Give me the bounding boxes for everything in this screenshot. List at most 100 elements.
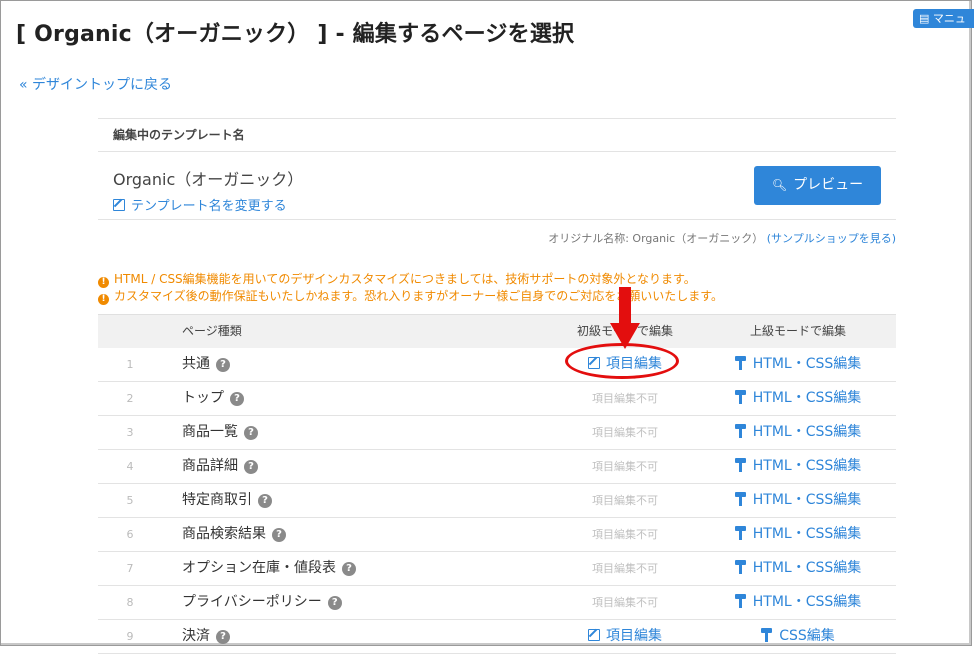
edit-icon (113, 199, 125, 211)
advanced-edit-link[interactable]: HTML・CSS編集 (728, 348, 868, 381)
basic-mode-cell: 項目編集不可 (570, 552, 680, 585)
page-type-name: オプション在庫・値段表? (182, 552, 356, 585)
advanced-edit-link[interactable]: HTML・CSS編集 (728, 382, 868, 415)
row-number: 3 (126, 426, 134, 439)
page-type-label: 商品一覧 (182, 424, 238, 440)
page-type-name: 決済? (182, 620, 230, 653)
page-type-name: 共通? (182, 348, 230, 381)
advanced-edit-link[interactable]: HTML・CSS編集 (728, 450, 868, 483)
advanced-edit-link[interactable]: HTML・CSS編集 (728, 518, 868, 551)
header-basic-mode: 初級モードで編集 (576, 324, 673, 338)
advanced-edit-label: HTML・CSS編集 (752, 424, 862, 440)
advanced-edit-label: HTML・CSS編集 (752, 560, 862, 576)
template-info-panel: 編集中のテンプレート名 Organic（オーガニック） テンプレート名を変更する… (98, 118, 896, 245)
paint-roller-icon (734, 526, 747, 540)
table-row: 4 商品詳細? 項目編集不可 HTML・CSS編集 (98, 450, 896, 484)
question-circle-icon[interactable]: ? (342, 562, 356, 576)
page-type-name: 特定商取引? (182, 484, 272, 517)
question-circle-icon[interactable]: ? (216, 358, 230, 372)
basic-mode-cell: 項目編集不可 (570, 382, 680, 415)
paint-roller-icon (734, 560, 747, 574)
question-circle-icon[interactable]: ? (230, 392, 244, 406)
original-name-line: オリジナル名称: Organic（オーガニック） (サンプルショップを見る) (548, 230, 896, 246)
item-edit-unavailable: 項目編集不可 (592, 392, 658, 405)
page-type-table: ページ種類 初級モードで編集 上級モードで編集 1 共通? 項目編集 HTML・CSS… (98, 314, 896, 654)
row-number: 7 (126, 562, 134, 575)
warning-line: ! カスタマイズ後の動作保証もいたしかねます。恐れ入りますがオーナー様ご自身でのご… (98, 288, 723, 305)
row-number: 6 (126, 528, 134, 541)
preview-button[interactable]: 🔍︎ プレビュー (754, 166, 881, 205)
row-number: 4 (126, 460, 134, 473)
advanced-edit-label: HTML・CSS編集 (752, 390, 862, 406)
advanced-edit-label: CSS編集 (779, 628, 835, 644)
advanced-edit-link[interactable]: HTML・CSS編集 (728, 586, 868, 619)
question-circle-icon[interactable]: ? (216, 630, 230, 644)
basic-mode-cell: 項目編集不可 (570, 484, 680, 517)
basic-mode-cell: 項目編集不可 (570, 416, 680, 449)
row-number: 9 (126, 630, 134, 643)
advanced-edit-label: HTML・CSS編集 (752, 594, 862, 610)
paint-roller-icon (761, 628, 773, 642)
row-number: 8 (126, 596, 134, 609)
page-type-name: 商品検索結果? (182, 518, 286, 551)
page-type-name: 商品一覧? (182, 416, 258, 449)
item-edit-link[interactable]: 項目編集 (588, 356, 662, 372)
header-advanced-mode: 上級モードで編集 (749, 324, 846, 338)
table-header: ページ種類 初級モードで編集 上級モードで編集 (98, 314, 896, 348)
item-edit-unavailable: 項目編集不可 (592, 426, 658, 439)
paint-roller-icon (734, 458, 747, 472)
edit-icon (588, 629, 600, 641)
rename-template-link[interactable]: テンプレート名を変更する (113, 195, 287, 214)
warning-notices: ! HTML / CSS編集機能を用いてのデザインカスタマイズにつきましては、技術… (98, 271, 723, 305)
question-circle-icon[interactable]: ? (272, 528, 286, 542)
advanced-edit-label: HTML・CSS編集 (752, 492, 862, 508)
question-circle-icon[interactable]: ? (258, 494, 272, 508)
advanced-edit-link[interactable]: HTML・CSS編集 (728, 416, 868, 449)
warning-text: HTML / CSS編集機能を用いてのデザインカスタマイズにつきましては、技術サ… (114, 272, 696, 286)
page-type-label: 決済 (182, 628, 210, 644)
page-title: [ Organic（オーガニック） ] - 編集するページを選択 (16, 22, 575, 47)
page-type-label: 商品詳細 (182, 458, 238, 474)
manual-button-label: マニュ (932, 12, 966, 25)
preview-button-label: プレビュー (793, 177, 864, 193)
advanced-edit-link[interactable]: CSS編集 (728, 620, 868, 653)
edit-icon (588, 357, 600, 369)
table-row: 8 プライバシーポリシー? 項目編集不可 HTML・CSS編集 (98, 586, 896, 620)
question-circle-icon[interactable]: ? (244, 426, 258, 440)
manual-button[interactable]: ▤ マニュ (913, 9, 974, 28)
item-edit-unavailable: 項目編集不可 (592, 494, 658, 507)
page-type-label: 共通 (182, 356, 210, 372)
basic-mode-cell: 項目編集不可 (570, 586, 680, 619)
advanced-edit-label: HTML・CSS編集 (752, 356, 862, 372)
item-edit-unavailable: 項目編集不可 (592, 562, 658, 575)
original-name: オリジナル名称: Organic（オーガニック） (548, 232, 764, 245)
page-type-label: プライバシーポリシー (182, 594, 322, 610)
item-edit-label: 項目編集 (606, 356, 662, 372)
advanced-edit-link[interactable]: HTML・CSS編集 (728, 484, 868, 517)
item-edit-link[interactable]: 項目編集 (588, 628, 662, 644)
question-circle-icon[interactable]: ? (244, 460, 258, 474)
table-row: 1 共通? 項目編集 HTML・CSS編集 (98, 348, 896, 382)
sample-shop-link[interactable]: (サンプルショップを見る) (767, 232, 896, 245)
item-edit-label: 項目編集 (606, 628, 662, 644)
table-row: 6 商品検索結果? 項目編集不可 HTML・CSS編集 (98, 518, 896, 552)
template-name: Organic（オーガニック） (113, 170, 304, 189)
basic-mode-cell: 項目編集不可 (570, 518, 680, 551)
paint-roller-icon (734, 356, 747, 370)
page-type-name: トップ? (182, 382, 244, 415)
page-type-label: 商品検索結果 (182, 526, 266, 542)
exclamation-circle-icon: ! (98, 294, 109, 305)
table-row: 7 オプション在庫・値段表? 項目編集不可 HTML・CSS編集 (98, 552, 896, 586)
advanced-edit-label: HTML・CSS編集 (752, 526, 862, 542)
search-icon: 🔍︎ (771, 178, 788, 192)
back-to-design-top-link[interactable]: « デザイントップに戻る (19, 74, 172, 94)
paint-roller-icon (734, 492, 747, 506)
table-body: 1 共通? 項目編集 HTML・CSS編集 2 トップ? 項目編集不可 HTML・CSS編集 3… (98, 348, 896, 654)
header-page-type: ページ種類 (182, 324, 242, 338)
basic-mode-cell: 項目編集不可 (570, 450, 680, 483)
row-number: 2 (126, 392, 134, 405)
question-circle-icon[interactable]: ? (327, 596, 342, 610)
page-type-label: 特定商取引 (182, 492, 252, 508)
paint-roller-icon (734, 390, 747, 404)
advanced-edit-link[interactable]: HTML・CSS編集 (728, 552, 868, 585)
